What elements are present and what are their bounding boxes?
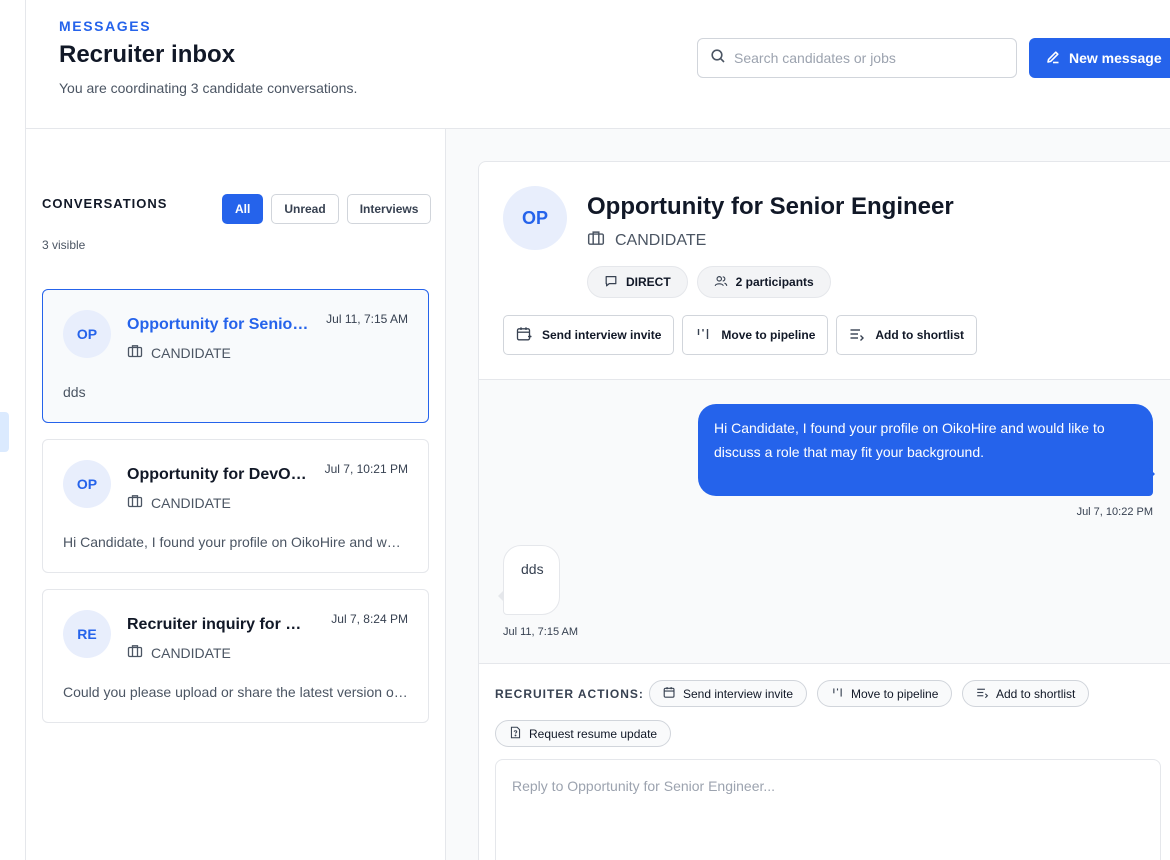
chip-label: Request resume update	[529, 726, 658, 741]
conversation-snippet: Hi Candidate, I found your profile on Oi…	[63, 534, 408, 550]
reply-box[interactable]	[495, 759, 1161, 860]
thread-role: CANDIDATE	[587, 229, 706, 252]
outgoing-bubble-tail	[1149, 468, 1155, 480]
calendar-plus-icon	[663, 686, 683, 702]
page-subtitle: You are coordinating 3 candidate convers…	[59, 80, 358, 96]
thread-pills: DIRECT 2 participants	[587, 266, 831, 298]
conversation-time: Jul 7, 8:24 PM	[331, 612, 408, 626]
pencil-icon	[1045, 49, 1069, 68]
incoming-message-bubble: dds	[503, 545, 560, 615]
briefcase-icon	[127, 643, 151, 662]
outgoing-message-time: Jul 7, 10:22 PM	[1076, 506, 1153, 518]
filter-unread[interactable]: Unread	[271, 194, 339, 224]
send-interview-invite-button[interactable]: Send interview invite	[503, 315, 675, 355]
conversation-title: Opportunity for Senior Engineer	[127, 316, 312, 333]
thread-card: OP Opportunity for Senior Engineer CANDI…	[478, 161, 1170, 860]
role-label: CANDIDATE	[151, 644, 231, 661]
reply-textarea[interactable]	[496, 760, 1160, 860]
conversation-title: Opportunity for DevOps Engineer	[127, 466, 312, 483]
conversation-snippet: Could you please upload or share the lat…	[63, 684, 408, 700]
outgoing-message-bubble: Hi Candidate, I found your profile on Oi…	[698, 404, 1153, 496]
briefcase-icon	[127, 343, 151, 362]
move-to-pipeline-button[interactable]: Move to pipeline	[682, 315, 829, 355]
move-to-pipeline-label: Move to pipeline	[721, 328, 816, 342]
avatar: OP	[63, 460, 111, 508]
conversation-list-pane: CONVERSATIONS All Unread Interviews 3 vi…	[26, 129, 446, 860]
add-to-shortlist-label: Add to shortlist	[875, 328, 965, 342]
avatar: OP	[63, 310, 111, 358]
chip-label: Send interview invite	[683, 686, 794, 701]
incoming-bubble-tail	[498, 590, 504, 602]
conversations-heading: CONVERSATIONS	[42, 196, 168, 211]
participants-pill: 2 participants	[696, 266, 831, 298]
message-list: Hi Candidate, I found your profile on Oi…	[479, 379, 1170, 664]
briefcase-icon	[587, 229, 615, 252]
pipeline-icon	[695, 326, 721, 345]
conversation-card[interactable]: OP Opportunity for DevOps Engineer Jul 7…	[42, 439, 429, 573]
conversation-card[interactable]: RE Recruiter inquiry for QA Engineer Jul…	[42, 589, 429, 723]
list-plus-icon	[849, 326, 875, 345]
add-to-shortlist-button[interactable]: Add to shortlist	[836, 315, 978, 355]
role-label: CANDIDATE	[151, 494, 231, 511]
avatar: RE	[63, 610, 111, 658]
new-message-button[interactable]: New message	[1029, 38, 1170, 78]
conversation-snippet: dds	[63, 384, 86, 400]
thread-title: Opportunity for Senior Engineer	[587, 193, 954, 220]
calendar-plus-icon	[516, 326, 542, 345]
section-eyebrow: MESSAGES	[59, 18, 152, 34]
conversation-filters: All Unread Interviews	[222, 194, 432, 224]
thread-pane: OP Opportunity for Senior Engineer CANDI…	[446, 129, 1170, 860]
conversation-role: CANDIDATE	[127, 643, 231, 662]
send-interview-invite-label: Send interview invite	[542, 328, 662, 342]
incoming-message-time: Jul 11, 7:15 AM	[503, 626, 579, 638]
direct-pill: DIRECT	[587, 266, 688, 298]
thread-actions: Send interview invite Move to pipeline A…	[503, 315, 978, 355]
rail-active-marker[interactable]	[0, 412, 9, 452]
new-message-label: New message	[1069, 50, 1162, 66]
role-label: CANDIDATE	[151, 344, 231, 361]
chip-add-to-shortlist[interactable]: Add to shortlist	[962, 680, 1090, 707]
conversation-role: CANDIDATE	[127, 493, 231, 512]
chip-send-interview-invite[interactable]: Send interview invite	[649, 680, 808, 707]
conversation-role: CANDIDATE	[127, 343, 231, 362]
chat-bubble-icon	[604, 274, 626, 291]
chip-label: Move to pipeline	[851, 686, 939, 701]
briefcase-icon	[127, 493, 151, 512]
users-icon	[714, 274, 736, 291]
participants-label: 2 participants	[735, 275, 814, 289]
thread-role-label: CANDIDATE	[615, 231, 707, 249]
thread-avatar: OP	[503, 186, 567, 250]
document-question-icon	[509, 726, 529, 742]
side-rail	[0, 0, 26, 860]
visible-count: 3 visible	[42, 238, 86, 252]
filter-all[interactable]: All	[222, 194, 264, 224]
conversation-card[interactable]: OP Opportunity for Senior Engineer Jul 1…	[42, 289, 429, 423]
list-plus-icon	[976, 686, 996, 702]
chip-request-resume-update[interactable]: Request resume update	[495, 720, 672, 747]
page-header: MESSAGES Recruiter inbox You are coordin…	[26, 0, 1170, 129]
search-box[interactable]	[697, 38, 1017, 78]
conversation-title: Recruiter inquiry for QA Engineer	[127, 616, 312, 633]
filter-interviews[interactable]: Interviews	[346, 194, 432, 224]
conversation-time: Jul 11, 7:15 AM	[326, 312, 408, 326]
chip-label: Add to shortlist	[996, 686, 1076, 701]
recruiter-actions-label: RECRUITER ACTIONS:	[495, 687, 644, 701]
search-input[interactable]	[734, 50, 1004, 66]
chip-move-to-pipeline[interactable]: Move to pipeline	[817, 680, 953, 707]
search-icon	[710, 48, 726, 69]
pipeline-icon	[831, 686, 851, 702]
direct-label: DIRECT	[626, 275, 671, 289]
conversation-time: Jul 7, 10:21 PM	[324, 462, 408, 476]
recruiter-inbox-page: MESSAGES Recruiter inbox You are coordin…	[0, 0, 1170, 860]
page-title: Recruiter inbox	[59, 41, 236, 68]
